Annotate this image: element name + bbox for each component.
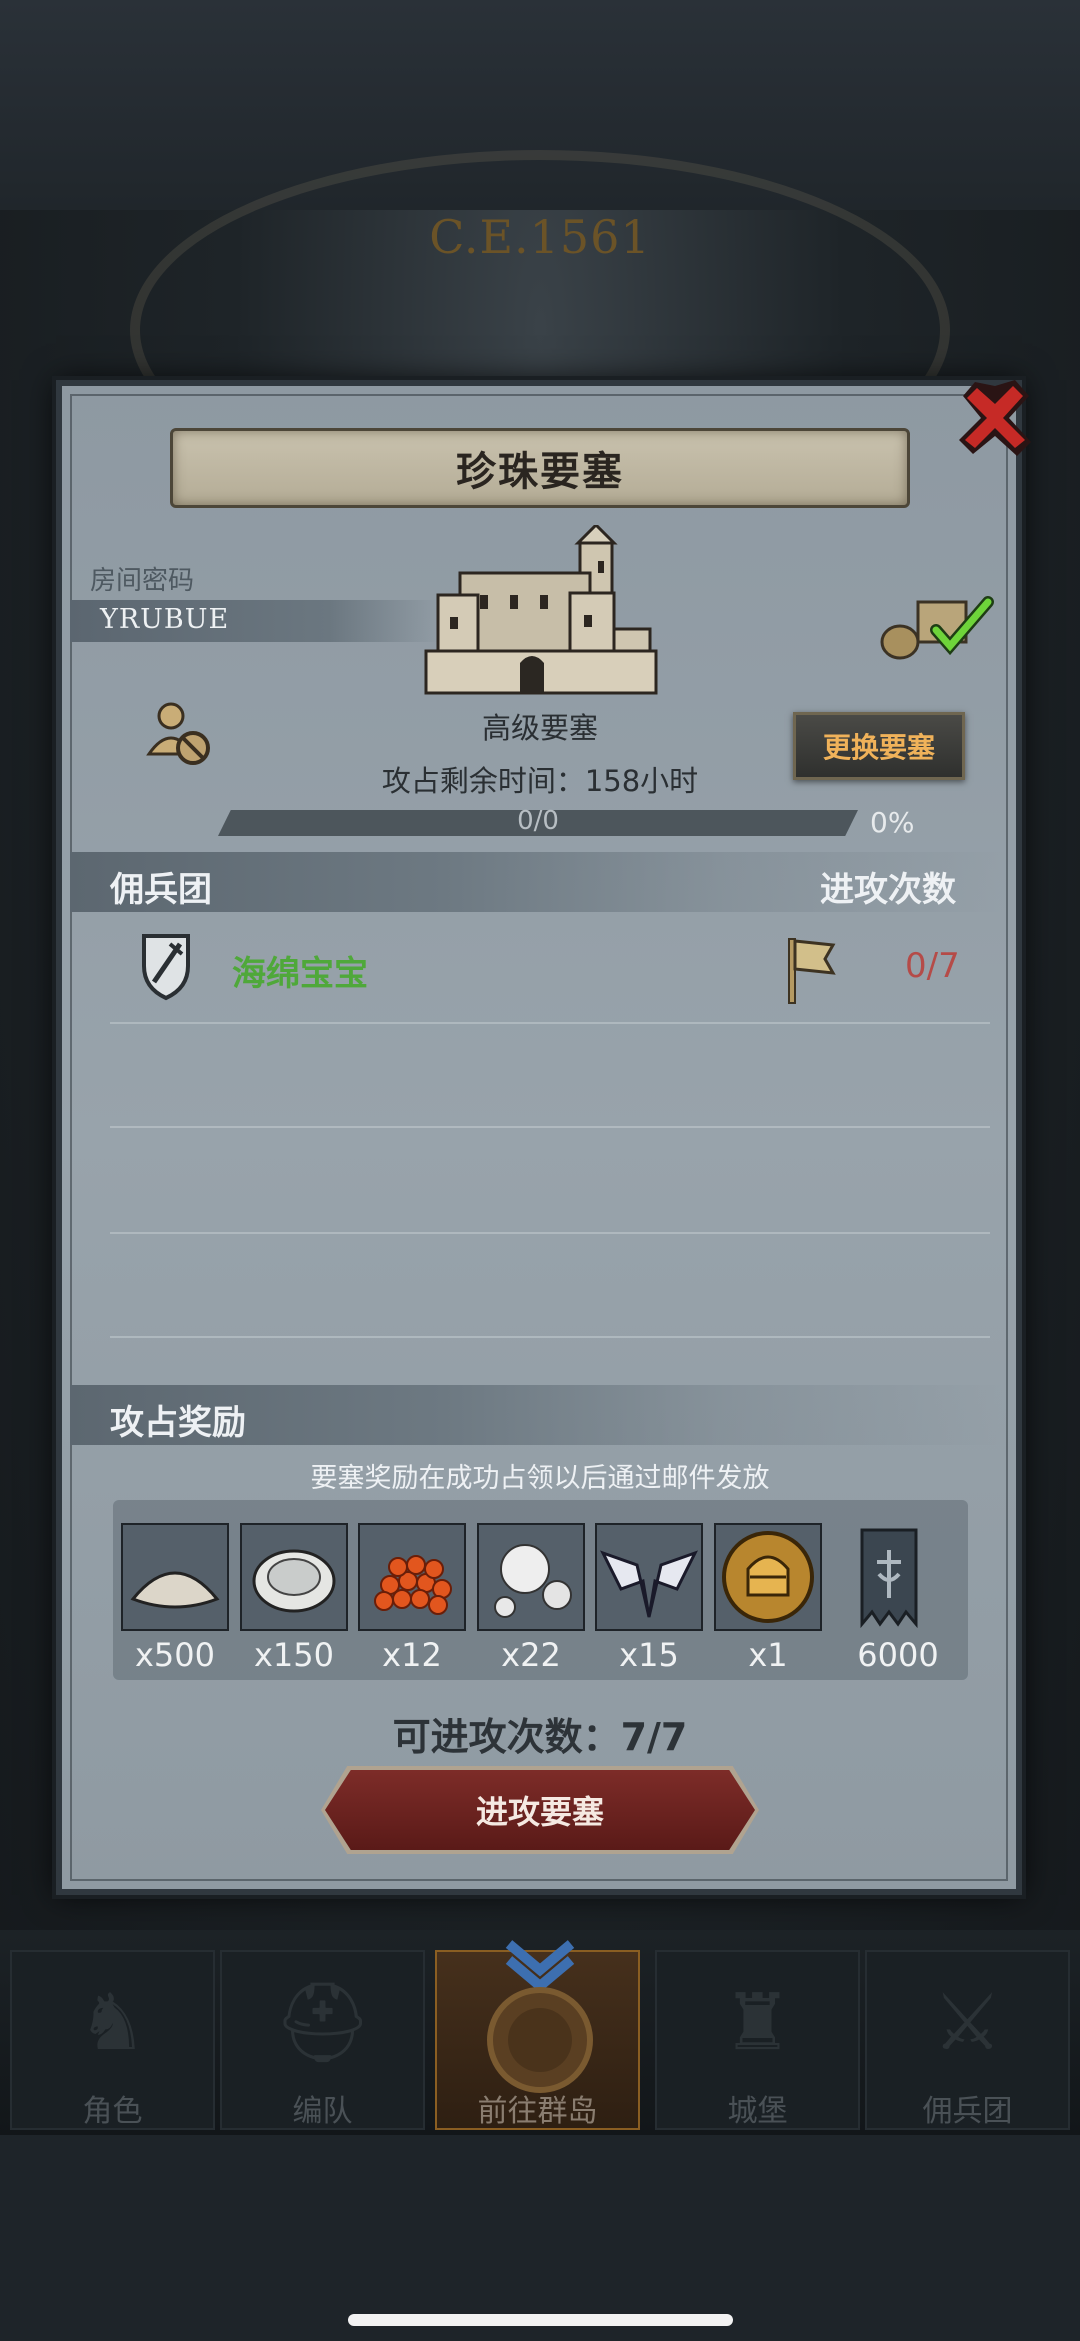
row-divider [110, 1022, 990, 1024]
room-code-label: 房间密码 [90, 566, 195, 596]
guild-banner-icon[interactable] [860, 1528, 918, 1629]
oyster-icon[interactable] [240, 1523, 348, 1631]
row-divider [110, 1232, 990, 1234]
knight-icon: ♞ [77, 1978, 148, 2068]
change-fortress-button[interactable]: 更换要塞 [793, 712, 965, 780]
reward-quantity: x500 [134, 1636, 215, 1674]
home-indicator[interactable] [348, 2314, 733, 2326]
mercenary-header: 佣兵团 [110, 870, 212, 910]
supply-check-icon[interactable] [878, 590, 998, 662]
close-button[interactable] [955, 378, 1035, 458]
fish-roe-icon[interactable] [358, 1523, 466, 1631]
capture-progress-value: 0/0 [517, 806, 559, 836]
reward-header: 攻占奖励 [110, 1403, 246, 1443]
pearls-icon[interactable] [477, 1523, 585, 1631]
attack-attempts: 可进攻次数：7/7 [392, 1715, 688, 1759]
attack-fortress-label: 进攻要塞 [475, 1793, 604, 1831]
castle-icon: ♜ [722, 1978, 793, 2068]
reward-quantity: x15 [619, 1636, 679, 1674]
compass-icon [470, 1985, 610, 2099]
mercenary-name: 海绵宝宝 [232, 954, 368, 994]
change-fortress-label: 更换要塞 [822, 731, 935, 764]
reward-quantity: x1 [748, 1636, 788, 1674]
flag-icon [785, 935, 837, 1005]
close-icon [959, 380, 1031, 456]
fortress-level: 高级要塞 [481, 711, 598, 745]
tab-mercenary-label: 佣兵团 [922, 2094, 1013, 2129]
tab-castle-label: 城堡 [727, 2094, 788, 2129]
room-code-value[interactable]: YRUBUE [100, 604, 229, 635]
reward-quantity: x12 [382, 1636, 442, 1674]
shield-sword-icon [140, 930, 192, 1002]
dialog-title: 珍珠要塞 [456, 449, 624, 495]
bottom-band [0, 2135, 1080, 2341]
knight-helmet-coin-icon[interactable] [714, 1523, 822, 1631]
capture-progress-percent: 0% [870, 806, 915, 839]
reward-quantity: x22 [501, 1636, 561, 1674]
mercenary-row[interactable] [70, 920, 1008, 1020]
tab-character-label: 角色 [82, 2094, 143, 2129]
winged-emblem-icon[interactable] [595, 1523, 703, 1631]
reward-note: 要塞奖励在成功占领以后通过邮件发放 [310, 1463, 770, 1494]
reward-quantity: x150 [253, 1636, 334, 1674]
salt-pile-icon[interactable] [121, 1523, 229, 1631]
era-label: C.E.1561 [429, 210, 651, 264]
row-divider [110, 1336, 990, 1338]
tab-formation-label: 编队 [292, 2094, 353, 2129]
attack-count-header: 进攻次数 [820, 870, 956, 910]
helmet-icon: ⛑ [272, 1978, 373, 2068]
no-user-icon[interactable] [145, 698, 215, 768]
fortress-castle-icon [420, 522, 660, 700]
mercenary-attack-count: 0/7 [905, 946, 960, 986]
tab-archipelago-label: 前往群岛 [477, 2094, 598, 2129]
time-remaining: 攻占剩余时间：158小时 [381, 764, 699, 798]
mercenary-icon: ⚔ [932, 1978, 1003, 2068]
attack-fortress-button[interactable]: 进攻要塞 [325, 1770, 755, 1850]
reward-quantity: 6000 [857, 1636, 939, 1674]
title-banner: 珍珠要塞 [170, 428, 910, 508]
row-divider [110, 1126, 990, 1128]
